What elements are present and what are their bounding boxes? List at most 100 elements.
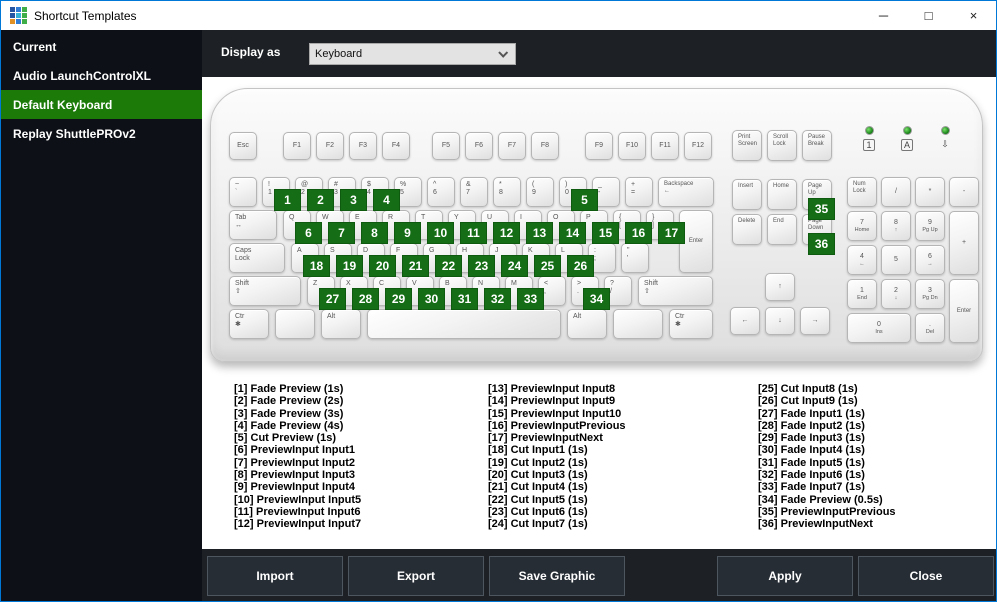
key-quote: " ' (621, 243, 649, 273)
save-graphic-button[interactable]: Save Graphic (489, 556, 625, 596)
key-label: Print Screen (738, 134, 758, 147)
key-np-plus: + (949, 211, 979, 275)
key-insert: Insert (732, 179, 762, 210)
caps-lock-led: A (896, 126, 918, 151)
key-label: Y (454, 214, 459, 221)
maximize-button[interactable]: □ (906, 1, 951, 30)
key-label: 1 End (857, 287, 867, 301)
key-label: Delete (738, 218, 756, 224)
key-lshift: Shift ⇧ (229, 276, 301, 306)
key-label: F6 (474, 142, 484, 149)
key-np-0: 0 Ins (847, 313, 911, 343)
legend-line: [6] PreviewInput Input1 (234, 444, 356, 457)
shortcut-badge-3: 3 (340, 189, 367, 211)
export-button[interactable]: Export (348, 556, 484, 596)
legend-line: [3] Fade Preview (3s) (234, 407, 344, 420)
led-icon: 1 (863, 139, 875, 151)
key-label: F7 (507, 142, 517, 149)
key-np-enter: Enter (949, 279, 979, 343)
legend-line: [16] PreviewInputPrevious (488, 419, 626, 432)
key-ralt: Alt (567, 309, 607, 339)
shortcut-badge-27: 27 (319, 288, 346, 310)
shortcut-badge-33: 33 (517, 288, 544, 310)
key-np-2: 2 ↓ (881, 279, 911, 309)
key-lalt: Alt (321, 309, 361, 339)
app-icon-cell (22, 7, 27, 12)
shortcut-badge-36: 36 (808, 233, 835, 255)
key-np-multiply: * (915, 177, 945, 207)
sidebar-item-audio-launchcontrolxl[interactable]: Audio LaunchControlXL (1, 61, 202, 90)
shortcut-badge-7: 7 (328, 222, 355, 244)
key-label: . Del (925, 321, 935, 335)
import-button[interactable]: Import (207, 556, 343, 596)
key-label: A (297, 247, 302, 254)
minimize-button[interactable]: ─ (861, 1, 906, 30)
key-label: ^ 6 (433, 181, 437, 196)
key-f5: F5 (432, 132, 460, 160)
key-label: O (553, 214, 559, 221)
shortcut-badge-18: 18 (303, 255, 330, 277)
key-label: → (811, 317, 819, 324)
shortcut-badge-2: 2 (307, 189, 334, 211)
shortcut-badge-29: 29 (385, 288, 412, 310)
key-f4: F4 (382, 132, 410, 160)
key-label: Insert (738, 183, 754, 189)
key-label: 6 → (927, 253, 933, 267)
legend-column-1: [1] Fade Preview (1s) [2] Fade Preview (2… (234, 383, 484, 531)
key-label: " ' (627, 247, 630, 262)
key-label: + = (631, 181, 636, 196)
legend-line: [8] PreviewInput Input3 (234, 469, 356, 482)
led-icon: A (900, 139, 913, 151)
key-label: 7 Home (854, 219, 870, 233)
app-icon-cell (10, 7, 15, 12)
legend-column-3: [25] Cut Input8 (1s) [26] Cut Input9 (1s)… (758, 383, 996, 531)
key-label: J (495, 247, 499, 254)
shortcut-badge-34: 34 (583, 288, 610, 310)
legend-line: [13] PreviewInput Input8 (488, 383, 616, 395)
display-as-label: Display as (221, 45, 281, 59)
app-icon-cell (10, 19, 15, 24)
sidebar-item-replay-shuttleprov2[interactable]: Replay ShuttlePROv2 (1, 119, 202, 148)
key-label: Z (313, 280, 318, 287)
keyboard-graphic: Esc F1 F2 F3 F4 F5 F6 F7 F8 F9 F10 F11 F12 Print Scree… (210, 88, 983, 362)
apply-button[interactable]: Apply (717, 556, 853, 596)
key-rwin (613, 309, 663, 339)
key-f9: F9 (585, 132, 613, 160)
legend-line: [1] Fade Preview (1s) (234, 383, 344, 395)
key-9: (9 (526, 177, 554, 207)
legend-line: [32] Fade Input6 (1s) (758, 469, 865, 482)
key-f10: F10 (618, 132, 646, 160)
led-dot (864, 126, 874, 135)
display-as-select[interactable]: Keyboard (309, 43, 516, 65)
shortcut-badge-11: 11 (460, 222, 487, 244)
key-f1: F1 (283, 132, 311, 160)
shortcut-badge-25: 25 (534, 255, 561, 277)
chevron-down-icon (498, 47, 509, 58)
key-label: F2 (325, 142, 335, 149)
legend-column-2: [13] PreviewInput Input8 [14] PreviewInpu… (488, 383, 738, 531)
legend-line: [30] Fade Input4 (1s) (758, 444, 865, 457)
legend-line: [4] Fade Preview (4s) (234, 419, 344, 432)
sidebar-item-current[interactable]: Current (1, 32, 202, 61)
key-arrow-left: ← (730, 307, 760, 335)
shortcut-badge-24: 24 (501, 255, 528, 277)
legend-line: [35] PreviewInputPrevious (758, 505, 896, 518)
key-rctrl: Ctr ✱ (669, 309, 713, 339)
shortcut-badge-5: 5 (571, 189, 598, 211)
key-label: F8 (540, 142, 550, 149)
num-lock-led: 1 (858, 126, 880, 151)
key-label: Q (289, 214, 295, 221)
template-list-sidebar: Current Audio LaunchControlXL Default Keyb… (1, 30, 202, 601)
sidebar-item-default-keyboard[interactable]: Default Keyboard (1, 90, 202, 119)
key-label: F1 (292, 142, 302, 149)
close-button[interactable]: Close (858, 556, 994, 596)
key-f3: F3 (349, 132, 377, 160)
close-button[interactable]: × (951, 1, 996, 30)
key-label: D (363, 247, 369, 254)
key-label: / (895, 188, 897, 195)
key-label: Enter (956, 307, 972, 314)
key-np-3: 3 Pg Dn (915, 279, 945, 309)
key-scroll-lock: Scroll Lock (767, 130, 797, 161)
shortcut-badge-26: 26 (567, 255, 594, 277)
key-label: Scroll Lock (773, 134, 789, 147)
